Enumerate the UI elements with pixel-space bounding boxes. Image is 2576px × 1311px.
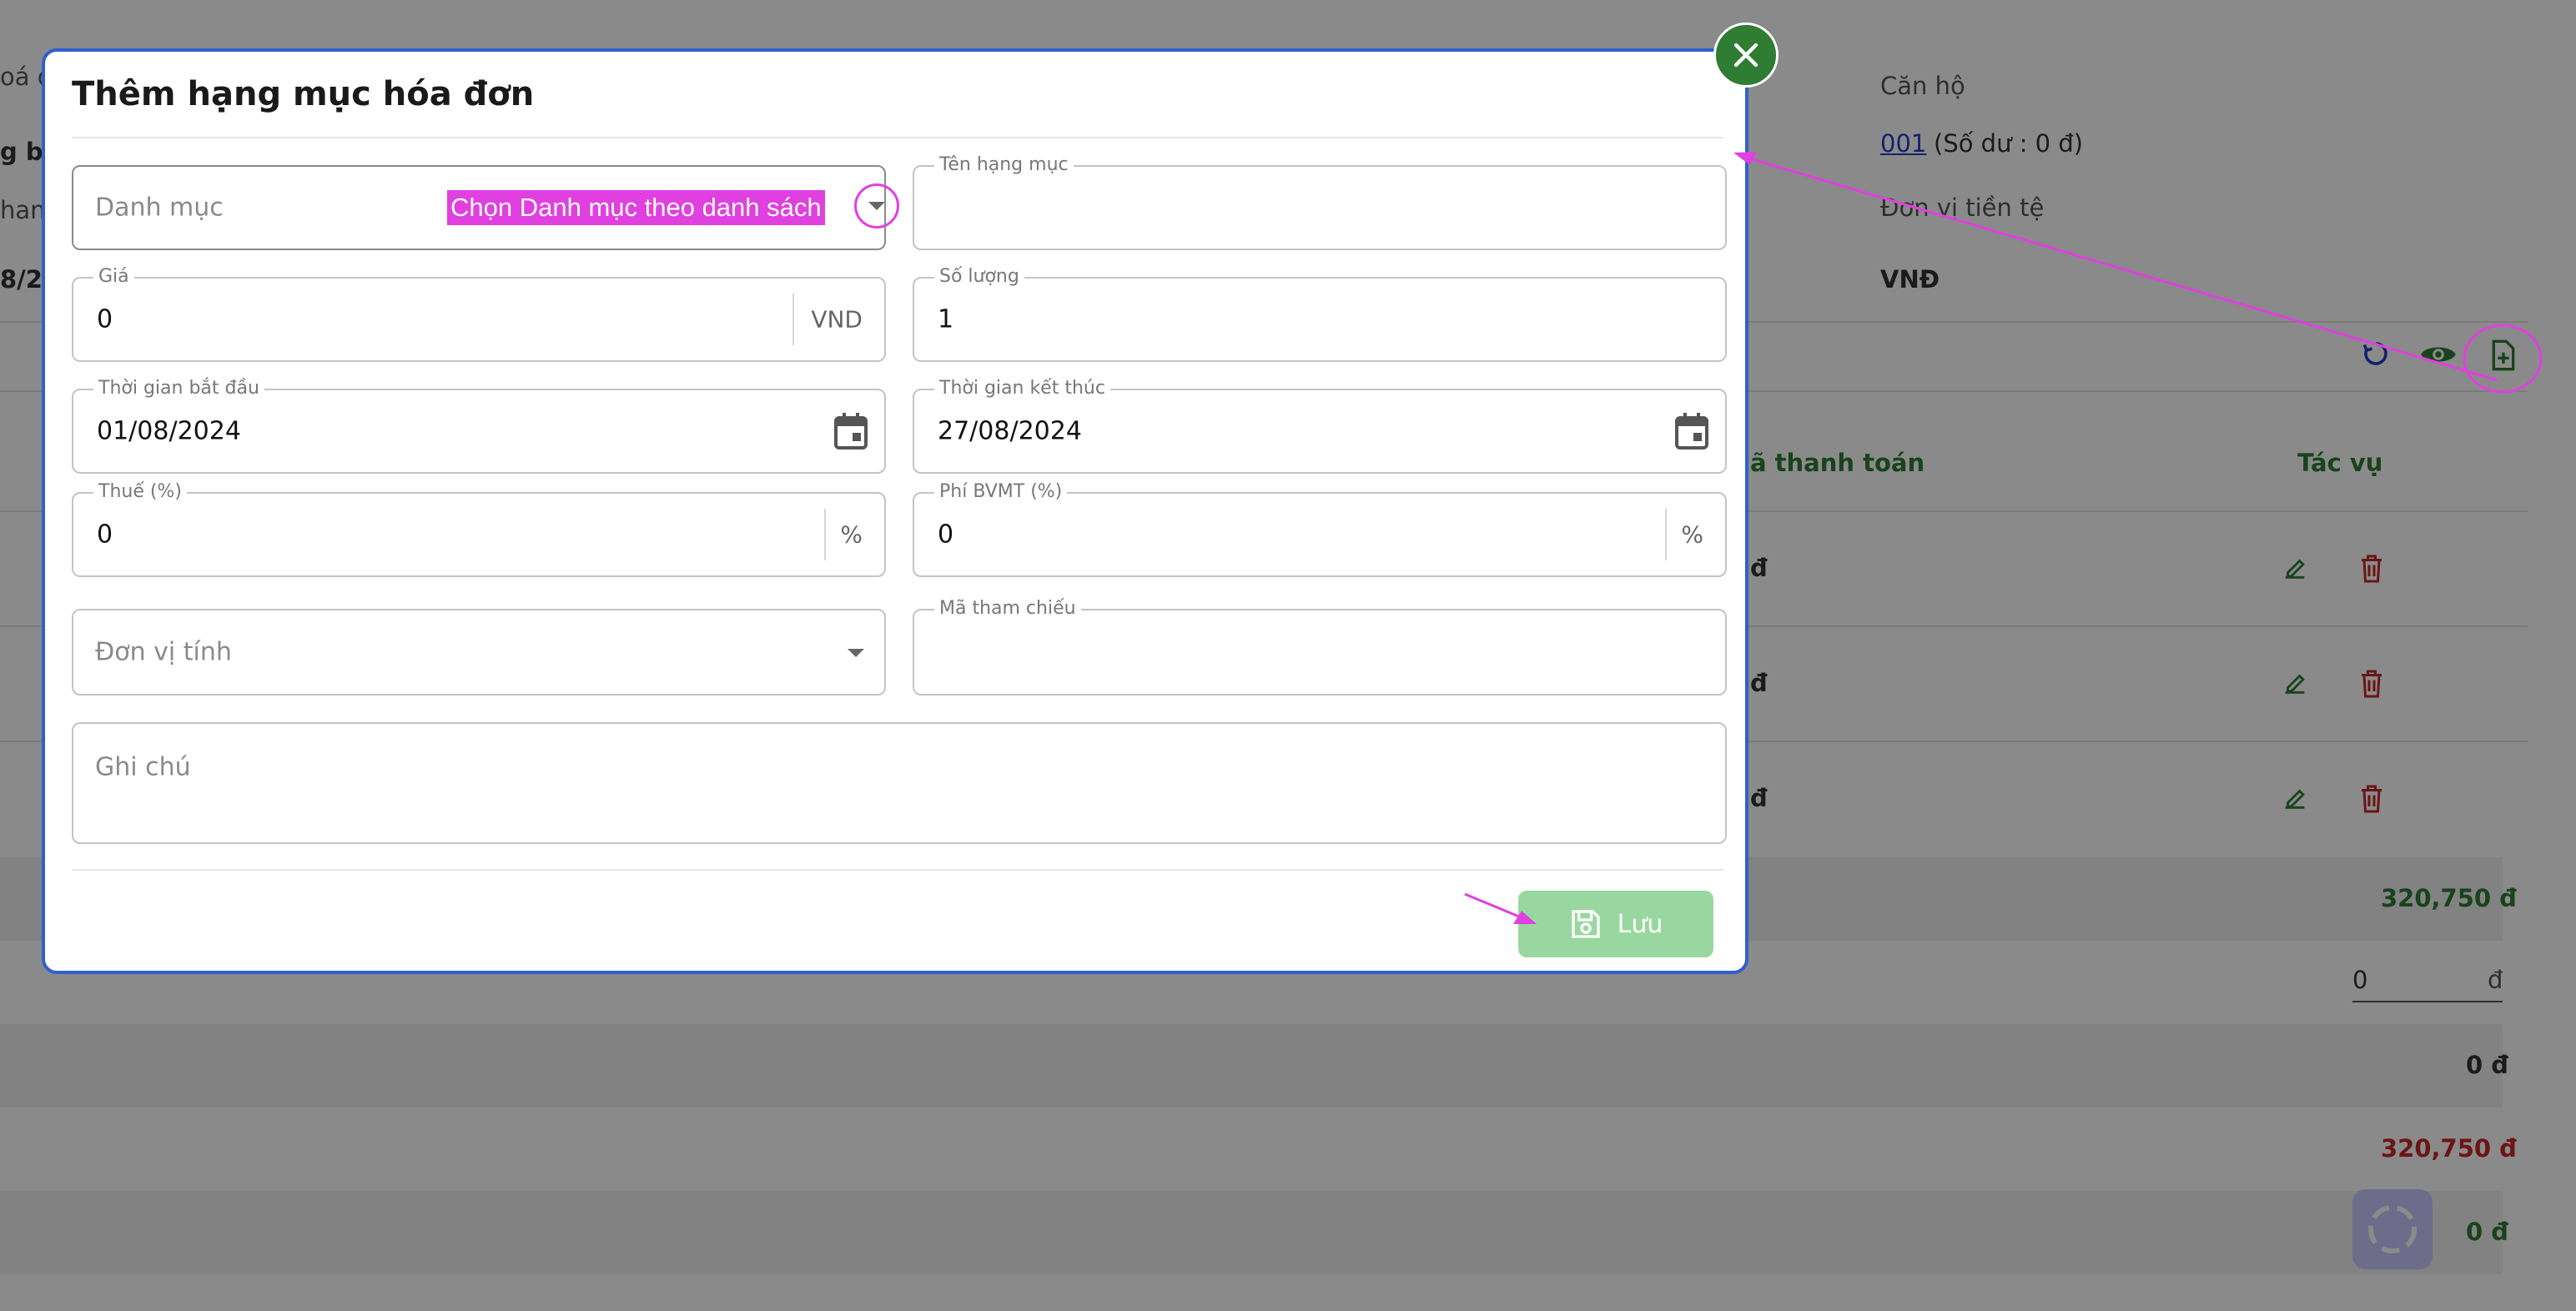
header-divider [72, 137, 1723, 138]
start-date-label: Thời gian bắt đầu [93, 379, 264, 399]
price-label: Giá [93, 267, 134, 287]
item-name-field[interactable]: Tên hạng mục [913, 155, 1727, 250]
env-fee-value: 0 [938, 520, 954, 550]
calendar-icon[interactable] [834, 413, 868, 450]
tax-percent-suffix: % [840, 520, 863, 549]
tax-value: 0 [97, 520, 113, 550]
footer-divider [72, 869, 1723, 871]
start-date-value: 01/08/2024 [97, 416, 241, 446]
modal-title: Thêm hạng mục hóa đơn [72, 75, 535, 113]
close-icon [1733, 43, 1758, 68]
chevron-down-icon [868, 202, 885, 210]
end-date-value: 27/08/2024 [938, 416, 1082, 446]
env-fee-label: Phí BVMT (%) [934, 482, 1068, 502]
quantity-field[interactable]: Số lượng 1 [913, 267, 1727, 362]
save-button-label: Lưu [1617, 909, 1663, 939]
category-highlight-annotation: Chọn Danh mục theo danh sách [447, 190, 825, 225]
suffix-divider [792, 294, 794, 345]
close-button[interactable] [1713, 23, 1779, 88]
add-invoice-item-modal: Thêm hạng mục hóa đơn Danh mục Chọn Danh… [42, 48, 1748, 974]
unit-select[interactable]: Đơn vị tính [72, 609, 886, 696]
reference-code-field[interactable]: Mã tham chiếu [913, 599, 1727, 696]
start-date-field[interactable]: Thời gian bắt đầu 01/08/2024 [72, 379, 886, 474]
tax-label: Thuế (%) [93, 482, 187, 502]
tax-field[interactable]: Thuế (%) 0 % [72, 482, 886, 577]
price-field[interactable]: Giá 0 VND [72, 267, 886, 362]
end-date-label: Thời gian kết thúc [934, 379, 1110, 399]
floppy-disk-icon [1571, 910, 1600, 938]
price-value: 0 [97, 304, 113, 334]
category-placeholder: Danh mục [95, 193, 224, 223]
save-button[interactable]: Lưu [1518, 891, 1713, 957]
note-textarea[interactable]: Ghi chú [72, 722, 1727, 844]
category-dropdown-button[interactable] [854, 183, 899, 229]
suffix-divider [1665, 509, 1667, 560]
note-placeholder: Ghi chú [95, 752, 191, 782]
end-date-field[interactable]: Thời gian kết thúc 27/08/2024 [913, 379, 1727, 474]
calendar-icon[interactable] [1675, 413, 1708, 450]
env-fee-field[interactable]: Phí BVMT (%) 0 % [913, 482, 1727, 577]
item-name-label: Tên hạng mục [934, 155, 1074, 175]
category-select[interactable]: Danh mục Chọn Danh mục theo danh sách [72, 165, 899, 250]
chevron-down-icon[interactable] [848, 649, 864, 657]
quantity-value: 1 [938, 304, 954, 334]
env-fee-percent-suffix: % [1681, 520, 1703, 549]
reference-code-label: Mã tham chiếu [934, 599, 1081, 619]
unit-placeholder: Đơn vị tính [95, 637, 232, 667]
price-currency-suffix: VND [811, 305, 863, 334]
quantity-label: Số lượng [934, 267, 1024, 287]
suffix-divider [824, 509, 826, 560]
